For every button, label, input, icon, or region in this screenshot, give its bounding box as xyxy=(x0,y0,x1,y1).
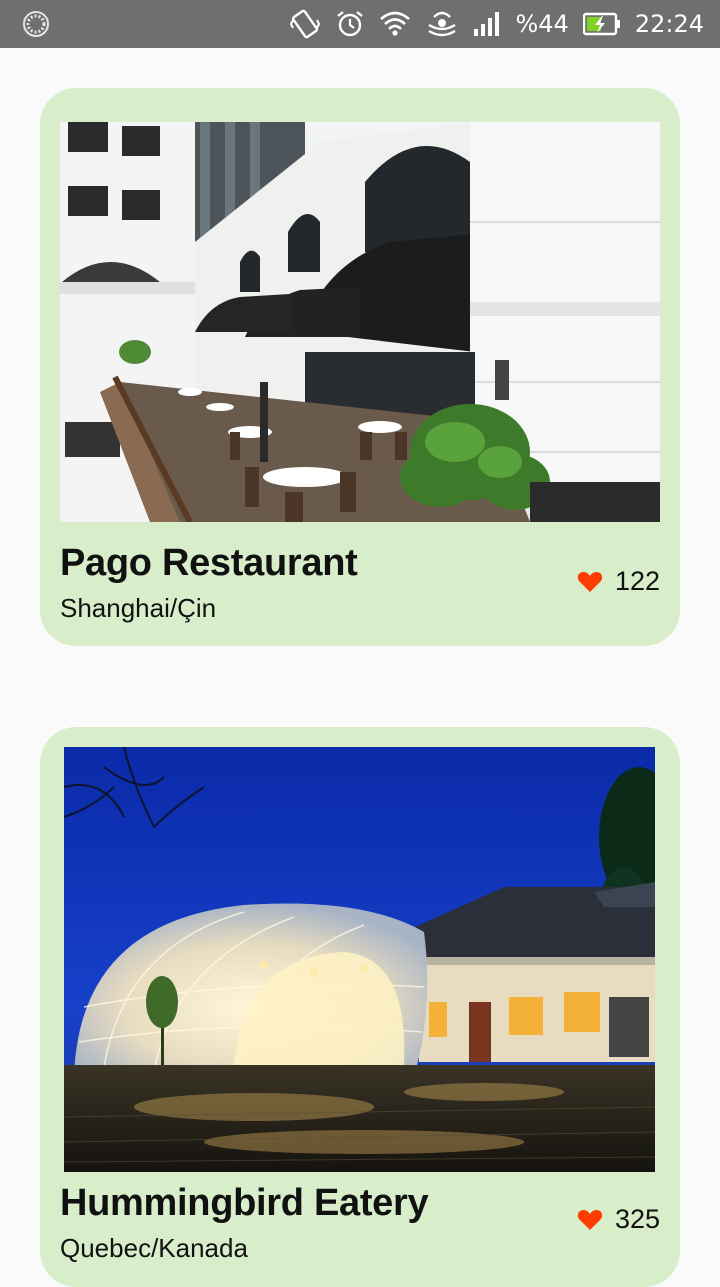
like-counter[interactable]: 122 xyxy=(577,566,660,597)
restaurant-location: Shanghai/Çin xyxy=(60,593,217,623)
status-bar: %44 22:24 xyxy=(0,0,720,48)
like-count: 325 xyxy=(614,1204,660,1234)
heart-icon[interactable] xyxy=(577,570,603,594)
battery-charging-icon xyxy=(582,12,621,36)
restaurant-card[interactable]: Hummingbird Eatery Quebec/Kanada 325 xyxy=(40,727,680,1287)
heart-icon[interactable] xyxy=(577,1208,603,1232)
clock: 22:24 xyxy=(634,10,704,38)
restaurant-terrace-photo xyxy=(60,122,660,522)
night-dome-restaurant-photo xyxy=(64,747,655,1172)
like-count: 122 xyxy=(614,566,660,596)
hotspot-icon xyxy=(425,9,459,39)
vibrate-icon xyxy=(289,8,321,40)
circle-loader-icon xyxy=(22,10,50,38)
battery-percent: %44 xyxy=(515,10,569,38)
like-counter[interactable]: 325 xyxy=(577,1204,660,1235)
alarm-icon xyxy=(335,9,365,39)
signal-icon xyxy=(473,11,501,37)
restaurant-location: Quebec/Kanada xyxy=(60,1233,248,1263)
restaurant-title: Hummingbird Eatery xyxy=(60,1182,429,1224)
wifi-icon xyxy=(379,9,411,39)
restaurant-title: Pago Restaurant xyxy=(60,542,358,584)
restaurant-card[interactable]: Pago Restaurant Shanghai/Çin 122 xyxy=(40,88,680,646)
